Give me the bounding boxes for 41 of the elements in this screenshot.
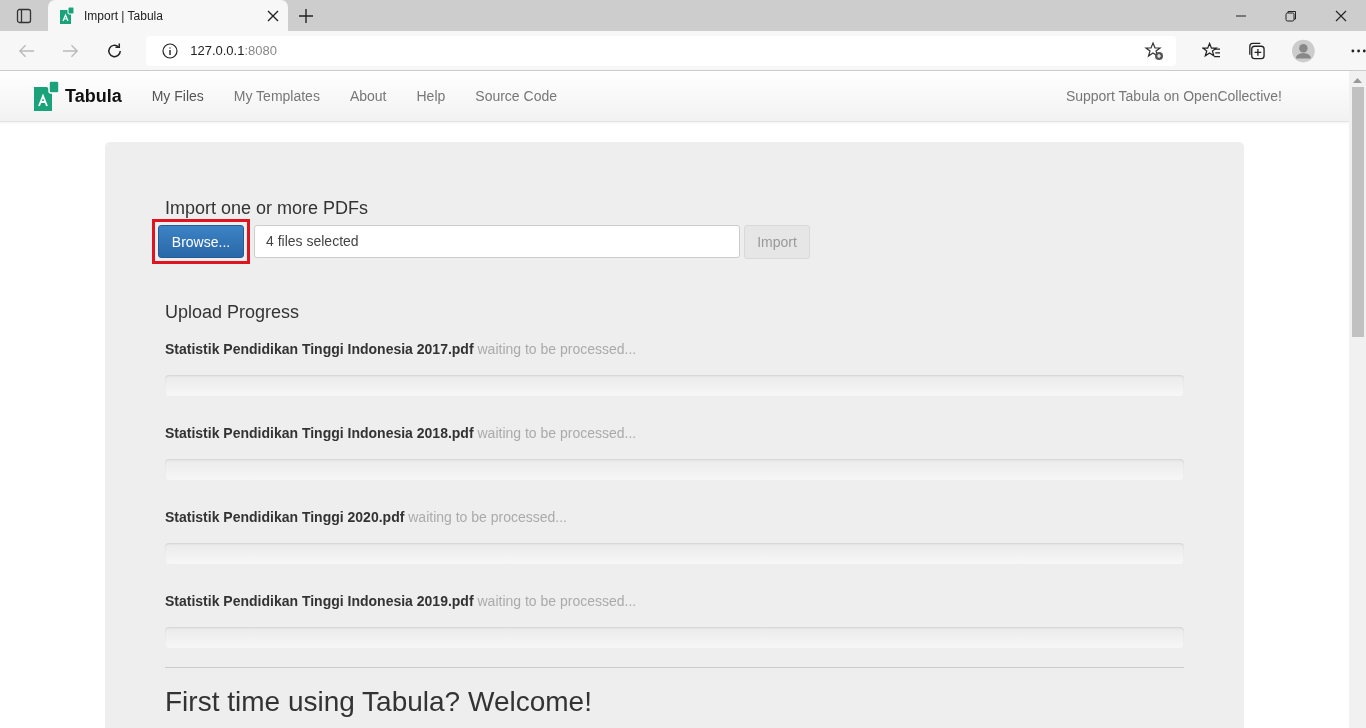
scrollbar-thumb[interactable] — [1351, 87, 1364, 337]
tab-title: Import | Tabula — [84, 8, 164, 23]
file-status: waiting to be processed... — [477, 593, 637, 609]
support-link[interactable]: Support Tabula on OpenCollective! — [1050, 88, 1297, 104]
import-heading: Import one or more PDFs — [165, 198, 370, 219]
new-tab-icon[interactable] — [298, 7, 314, 24]
file-status: waiting to be processed... — [408, 509, 567, 525]
file-name: Statistik Pendidikan Tinggi 2020.pdf — [165, 509, 405, 525]
welcome-heading: First time using Tabula? Welcome! — [165, 686, 593, 718]
nav-link[interactable]: My Files — [136, 88, 219, 104]
pdf-file-icon — [60, 7, 74, 24]
restore-icon[interactable] — [1285, 9, 1297, 22]
file-name-field[interactable]: 4 files selected — [254, 225, 740, 258]
close-icon[interactable] — [267, 9, 279, 22]
url-host: 127.0.0.1 — [190, 43, 245, 58]
address-bar[interactable]: 127.0.0.1:8080 — [146, 35, 1177, 66]
file-name: Statistik Pendidikan Tinggi Indonesia 2018.pdf — [165, 425, 474, 441]
nav-link[interactable]: Source Code — [460, 88, 572, 104]
browser-tab[interactable]: Import | Tabula — [48, 0, 288, 31]
file-status: waiting to be processed... — [477, 425, 637, 441]
nav-link[interactable]: About — [334, 88, 402, 104]
file-name: Statistik Pendidikan Tinggi Indonesia 2017.pdf — [165, 341, 474, 357]
info-icon — [162, 42, 179, 59]
file-name: Statistik Pendidikan Tinggi Indonesia 2019.pdf — [165, 593, 474, 609]
tabula-logo-icon — [34, 81, 60, 111]
nav-link[interactable]: Help — [401, 88, 461, 104]
brand-name[interactable]: Tabula — [65, 85, 122, 107]
collections-icon[interactable] — [1247, 40, 1267, 61]
favorites-icon[interactable] — [1202, 41, 1222, 60]
browse-button[interactable]: Browse... — [158, 225, 244, 258]
nav-link[interactable]: My Templates — [218, 88, 335, 104]
more-icon[interactable] — [1350, 48, 1366, 53]
file-status: waiting to be processed... — [477, 341, 637, 357]
url-port: :8080 — [244, 43, 277, 58]
profile-avatar-icon[interactable] — [1292, 38, 1315, 63]
tab-actions-icon[interactable] — [16, 7, 32, 24]
star-plus-icon[interactable] — [1144, 40, 1165, 61]
close-icon[interactable] — [1335, 9, 1347, 22]
scrollbar[interactable] — [1349, 71, 1366, 728]
reload-icon[interactable] — [106, 41, 124, 60]
upload-heading: Upload Progress — [165, 302, 301, 323]
